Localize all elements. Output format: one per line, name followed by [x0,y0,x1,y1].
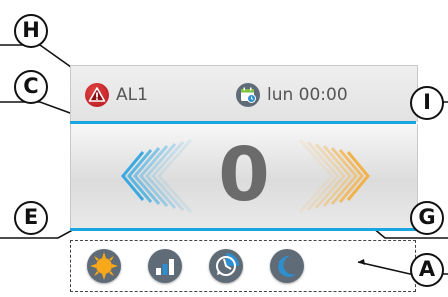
mode-icons-area [70,240,416,292]
bar-chart-icon[interactable] [148,249,182,283]
callout-g: G [410,201,444,235]
alarm-status[interactable]: AL1 [85,83,148,107]
sun-icon[interactable] [87,249,121,283]
moon-icon[interactable] [270,249,304,283]
time-cycle-icon[interactable] [209,249,243,283]
status-bar: AL1 lun 00:00 [70,65,418,122]
callout-c: C [14,70,48,104]
callout-a: A [410,253,444,287]
bottom-accent-line [70,228,416,231]
alarm-warning-icon [85,83,109,107]
schedule-label: lun 00:00 [267,85,348,105]
alarm-label: AL1 [116,85,148,105]
chevron-right-icon[interactable] [296,138,376,214]
callout-e: E [14,201,48,235]
calendar-clock-icon [236,83,260,107]
callout-h: H [14,14,48,48]
schedule-status[interactable]: lun 00:00 [236,83,348,107]
main-display-panel: 0 [70,124,418,228]
callout-i: I [410,86,444,120]
annotated-device-screen: AL1 lun 00:00 0 H C I E G A [0,0,448,297]
